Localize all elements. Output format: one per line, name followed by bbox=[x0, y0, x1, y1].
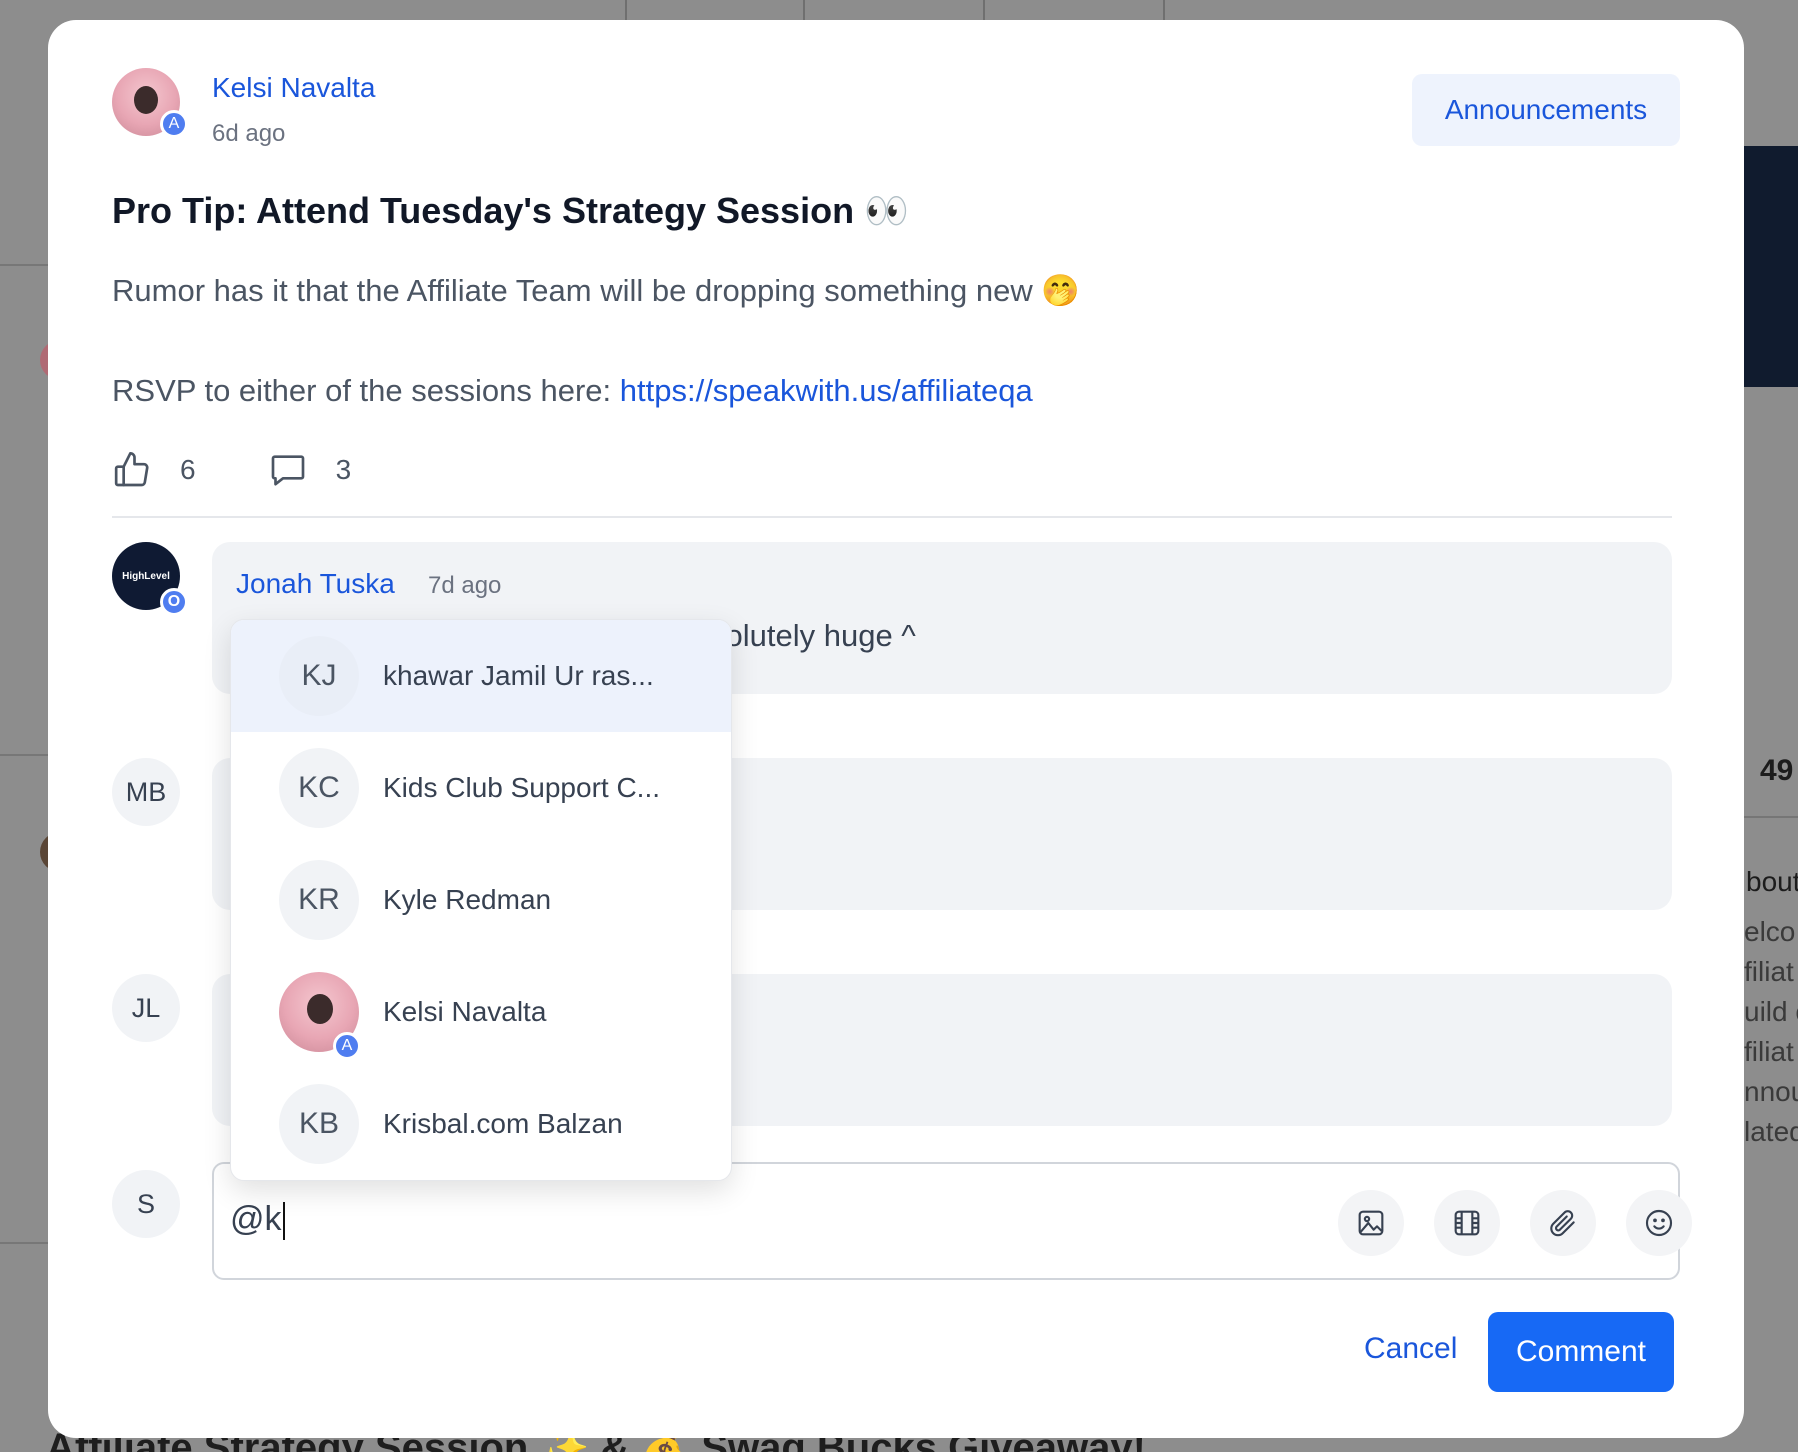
background-tabs bbox=[625, 0, 1165, 22]
post-actions: 6 3 bbox=[112, 446, 423, 494]
background-about-line: elco bbox=[1744, 916, 1796, 947]
commenter-avatar[interactable]: HighLevel O bbox=[112, 542, 188, 616]
rsvp-link[interactable]: https://speakwith.us/affiliateqa bbox=[620, 373, 1033, 408]
comment-text: colutely huge ^ bbox=[710, 618, 916, 653]
avatar-photo bbox=[307, 994, 333, 1024]
comment-input-text[interactable]: @k bbox=[230, 1200, 285, 1241]
mention-name: khawar Jamil Ur ras... bbox=[383, 660, 654, 691]
post-body: Rumor has it that the Affiliate Team wil… bbox=[112, 266, 1080, 416]
role-badge: O bbox=[160, 588, 188, 616]
mention-name: Kyle Redman bbox=[383, 884, 552, 915]
role-badge: A bbox=[333, 1032, 361, 1060]
rsvp-text: RSVP to either of the sessions here: bbox=[112, 373, 620, 408]
background-divider bbox=[0, 754, 48, 756]
current-user-avatar: S bbox=[112, 1170, 180, 1238]
mention-avatar: KB bbox=[279, 1084, 359, 1164]
emoji-icon bbox=[1645, 1209, 1673, 1237]
video-icon bbox=[1454, 1210, 1480, 1236]
commenter-avatar[interactable]: MB bbox=[112, 758, 180, 826]
author-avatar[interactable]: A bbox=[112, 68, 188, 138]
mention-option[interactable]: KJ khawar Jamil Ur ras... bbox=[231, 620, 731, 732]
background-about-line: filiat bbox=[1744, 956, 1794, 987]
divider bbox=[112, 516, 1672, 518]
like-button[interactable]: 6 bbox=[112, 450, 196, 490]
mention-avatar: A bbox=[279, 972, 361, 1060]
paperclip-icon bbox=[1550, 1210, 1575, 1237]
mention-suggestions-dropdown: KJ khawar Jamil Ur ras... KC Kids Club S… bbox=[230, 619, 732, 1181]
post-body-line: RSVP to either of the sessions here: htt… bbox=[112, 366, 1080, 416]
background-dark-card bbox=[1744, 146, 1798, 387]
background-about-line: uild c bbox=[1744, 996, 1798, 1027]
mention-name: Kelsi Navalta bbox=[383, 996, 547, 1027]
mention-avatar: KC bbox=[279, 748, 359, 828]
submit-comment-button[interactable]: Comment bbox=[1488, 1312, 1674, 1392]
background-about-line: filiat bbox=[1744, 1036, 1794, 1067]
mention-name: Kids Club Support C... bbox=[383, 772, 661, 803]
commenter-name[interactable]: Jonah Tuska bbox=[236, 568, 395, 600]
avatar-photo bbox=[134, 86, 158, 114]
like-count: 6 bbox=[180, 454, 196, 485]
category-badge[interactable]: Announcements bbox=[1412, 74, 1680, 146]
highlevel-logo: HighLevel bbox=[122, 570, 170, 582]
attach-file-button[interactable] bbox=[1530, 1190, 1596, 1256]
background-about-line: nnou bbox=[1744, 1076, 1798, 1107]
author-name[interactable]: Kelsi Navalta bbox=[212, 72, 375, 104]
background-divider bbox=[0, 1242, 48, 1244]
background-divider bbox=[0, 264, 48, 266]
insert-video-button[interactable] bbox=[1434, 1190, 1500, 1256]
cancel-button[interactable]: Cancel bbox=[1364, 1332, 1457, 1366]
commenter-avatar[interactable]: JL bbox=[112, 974, 180, 1042]
background-tab bbox=[625, 0, 805, 22]
post-timestamp: 6d ago bbox=[212, 120, 286, 147]
mention-avatar: KR bbox=[279, 860, 359, 940]
mention-option[interactable]: A Kelsi Navalta bbox=[231, 956, 731, 1068]
mention-avatar: KJ bbox=[279, 636, 359, 716]
post-modal: A Kelsi Navalta 6d ago Announcements Pro… bbox=[48, 20, 1744, 1438]
post-body-line: Rumor has it that the Affiliate Team wil… bbox=[112, 273, 1080, 308]
mention-option[interactable]: KB Krisbal.com Balzan bbox=[231, 1068, 731, 1180]
text-caret bbox=[282, 1202, 285, 1241]
comment-timestamp: 7d ago bbox=[428, 572, 502, 599]
comment-input-value: @k bbox=[230, 1200, 282, 1238]
post-title: Pro Tip: Attend Tuesday's Strategy Sessi… bbox=[112, 190, 909, 231]
emoji-button[interactable] bbox=[1626, 1190, 1692, 1256]
comment-count-button[interactable]: 3 bbox=[268, 450, 352, 490]
comment-bubble-icon bbox=[271, 455, 304, 486]
background-tab bbox=[985, 0, 1165, 22]
mention-option[interactable]: KC Kids Club Support C... bbox=[231, 732, 731, 844]
background-about-line: lated bbox=[1744, 1116, 1798, 1147]
comment-count: 3 bbox=[335, 454, 352, 485]
mention-option[interactable]: KR Kyle Redman bbox=[231, 844, 731, 956]
image-icon bbox=[1358, 1210, 1384, 1236]
background-tab bbox=[805, 0, 985, 22]
background-divider bbox=[1744, 816, 1798, 818]
background-about-heading: bout bbox=[1746, 866, 1798, 897]
insert-image-button[interactable] bbox=[1338, 1190, 1404, 1256]
mention-name: Krisbal.com Balzan bbox=[383, 1108, 623, 1139]
background-stat: 49 bbox=[1760, 754, 1794, 787]
role-badge: A bbox=[160, 110, 188, 138]
thumbs-up-icon bbox=[114, 452, 149, 487]
